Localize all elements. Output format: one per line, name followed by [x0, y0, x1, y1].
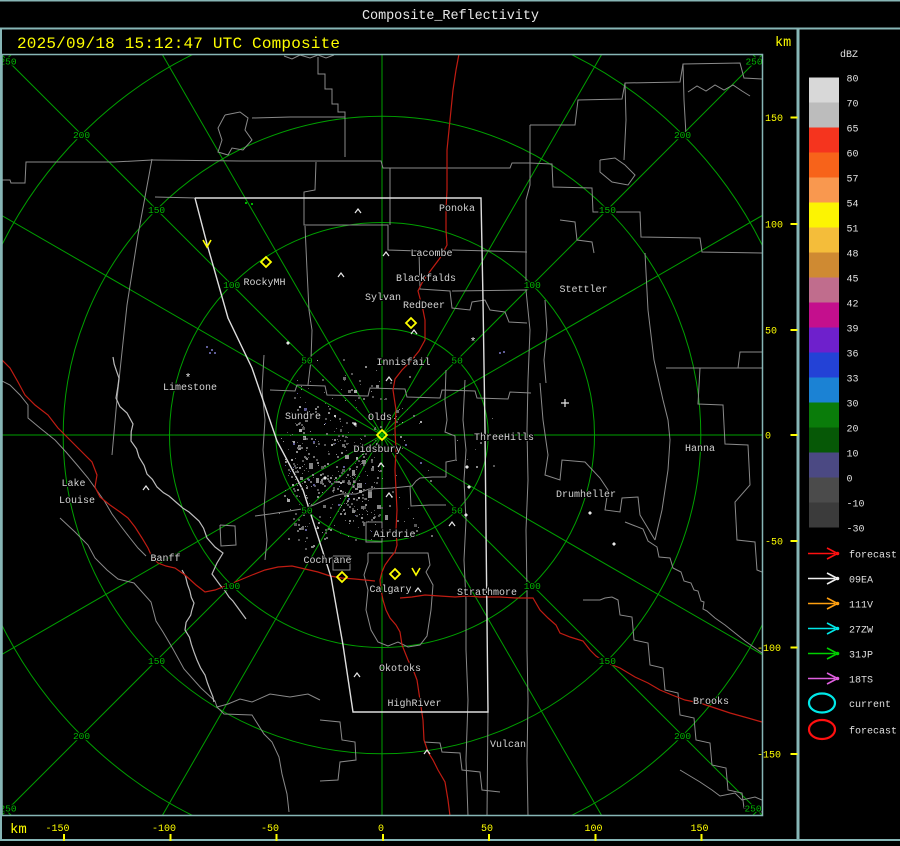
svg-text:54: 54	[847, 200, 859, 211]
svg-text:Innisfail: Innisfail	[376, 357, 430, 369]
svg-text:0: 0	[847, 475, 853, 486]
svg-text:20: 20	[847, 425, 859, 436]
svg-text:100: 100	[524, 581, 541, 592]
svg-text:-100: -100	[757, 644, 781, 655]
svg-text:-30: -30	[847, 525, 865, 536]
svg-text:km: km	[10, 822, 27, 838]
svg-text:27ZW: 27ZW	[849, 626, 873, 637]
svg-text:Olds: Olds	[368, 412, 392, 424]
svg-text:*: *	[470, 337, 477, 349]
svg-text:60: 60	[847, 150, 859, 161]
svg-text:Calgary: Calgary	[369, 584, 411, 596]
svg-text:100: 100	[524, 280, 541, 291]
svg-text:30: 30	[847, 400, 859, 411]
svg-text:250: 250	[744, 804, 761, 815]
svg-text:50: 50	[451, 355, 463, 366]
svg-text:10: 10	[847, 450, 859, 461]
svg-text:Sundre: Sundre	[285, 411, 321, 423]
svg-text:150: 150	[148, 205, 165, 216]
svg-text:09EA: 09EA	[849, 576, 873, 587]
svg-text:Sylvan: Sylvan	[365, 292, 401, 304]
svg-text:Okotoks: Okotoks	[379, 663, 421, 675]
svg-text:48: 48	[847, 250, 859, 261]
svg-text:51: 51	[847, 225, 859, 236]
svg-text:70: 70	[847, 100, 859, 111]
svg-text:Blackfalds: Blackfalds	[396, 273, 456, 285]
svg-text:Brooks: Brooks	[693, 696, 729, 708]
svg-text:ThreeHills: ThreeHills	[474, 432, 534, 444]
svg-text:200: 200	[674, 731, 691, 742]
svg-text:0: 0	[765, 432, 771, 443]
svg-text:Banff: Banff	[150, 553, 180, 565]
svg-text:39: 39	[847, 325, 859, 336]
svg-text:42: 42	[847, 300, 859, 311]
svg-text:Didsbury: Didsbury	[353, 444, 401, 456]
svg-text:150: 150	[599, 656, 616, 667]
svg-text:45: 45	[847, 275, 859, 286]
svg-text:100: 100	[765, 221, 783, 232]
svg-text:2025/09/18 15:12:47 UTC Compos: 2025/09/18 15:12:47 UTC Composite	[17, 35, 340, 53]
svg-text:Cochrane: Cochrane	[303, 555, 351, 567]
svg-text:100: 100	[223, 581, 240, 592]
svg-text:-50: -50	[765, 538, 783, 549]
svg-text:Strathmore: Strathmore	[457, 587, 517, 599]
svg-text:Lacombe: Lacombe	[410, 248, 452, 260]
svg-text:57: 57	[847, 175, 859, 186]
svg-text:100: 100	[223, 280, 240, 291]
svg-text:0: 0	[378, 824, 384, 835]
svg-text:36: 36	[847, 350, 859, 361]
svg-text:HighRiver: HighRiver	[387, 698, 441, 710]
svg-text:250: 250	[745, 57, 762, 68]
svg-text:50: 50	[451, 506, 463, 517]
svg-text:65: 65	[847, 125, 859, 136]
svg-text:33: 33	[847, 375, 859, 386]
svg-text:-150: -150	[45, 824, 69, 835]
svg-text:50: 50	[481, 824, 493, 835]
svg-text:Lake: Lake	[61, 478, 85, 490]
svg-text:Composite_Reflectivity: Composite_Reflectivity	[362, 9, 539, 24]
svg-text:50: 50	[765, 327, 777, 338]
svg-text:50: 50	[301, 355, 313, 366]
svg-text:Drumheller: Drumheller	[556, 489, 616, 501]
svg-text:Stettler: Stettler	[559, 284, 607, 296]
svg-text:Vulcan: Vulcan	[490, 739, 526, 751]
svg-text:80: 80	[847, 75, 859, 86]
svg-text:-100: -100	[152, 824, 176, 835]
svg-text:-10: -10	[847, 500, 865, 511]
svg-text:111V: 111V	[849, 601, 873, 612]
svg-text:200: 200	[73, 731, 90, 742]
svg-text:18TS: 18TS	[849, 676, 873, 687]
svg-text:forecast: forecast	[849, 726, 897, 738]
svg-text:dBZ: dBZ	[840, 49, 858, 61]
svg-text:Ponoka: Ponoka	[439, 203, 475, 215]
svg-text:200: 200	[73, 130, 90, 141]
svg-text:31JP: 31JP	[849, 651, 873, 662]
svg-text:Airdrie: Airdrie	[373, 529, 415, 541]
svg-text:150: 150	[599, 205, 616, 216]
svg-text:-50: -50	[261, 824, 279, 835]
svg-text:100: 100	[584, 824, 602, 835]
svg-text:forecast: forecast	[849, 550, 897, 562]
svg-text:150: 150	[148, 656, 165, 667]
svg-text:km: km	[775, 36, 791, 51]
svg-text:RedDeer: RedDeer	[403, 300, 445, 312]
svg-text:150: 150	[765, 114, 783, 125]
svg-text:*: *	[185, 373, 192, 385]
svg-text:RockyMH: RockyMH	[243, 277, 285, 289]
svg-text:200: 200	[674, 130, 691, 141]
svg-text:150: 150	[690, 824, 708, 835]
svg-text:Louise: Louise	[59, 495, 95, 507]
svg-text:-150: -150	[757, 751, 781, 762]
svg-text:current: current	[849, 700, 891, 711]
svg-text:50: 50	[301, 506, 313, 517]
svg-text:Hanna: Hanna	[685, 444, 715, 455]
